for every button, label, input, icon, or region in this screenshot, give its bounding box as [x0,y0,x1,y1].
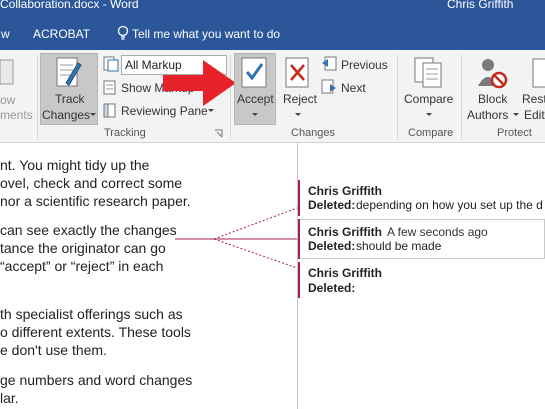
change-text: depending on how you set up the d [356,198,543,212]
change-type: Deleted: [308,281,356,295]
change-type: Deleted: [308,198,356,212]
tracked-change-balloon[interactable]: Chris Griffith Deleted: depending on how… [298,180,545,216]
change-type: Deleted: [308,239,356,253]
change-text: should be made [356,239,442,253]
tracked-change-balloon[interactable]: Chris Griffith Deleted: [298,262,545,298]
change-author: Chris Griffith [308,266,382,280]
change-bar [298,180,300,216]
change-author: Chris Griffith [308,184,382,198]
change-author: Chris Griffith [308,225,382,239]
change-timestamp: A few seconds ago [387,225,488,239]
tracked-change-balloon-active[interactable]: Chris Griffith A few seconds ago Deleted… [298,219,545,259]
change-bar [298,262,300,298]
change-bar [298,219,300,259]
